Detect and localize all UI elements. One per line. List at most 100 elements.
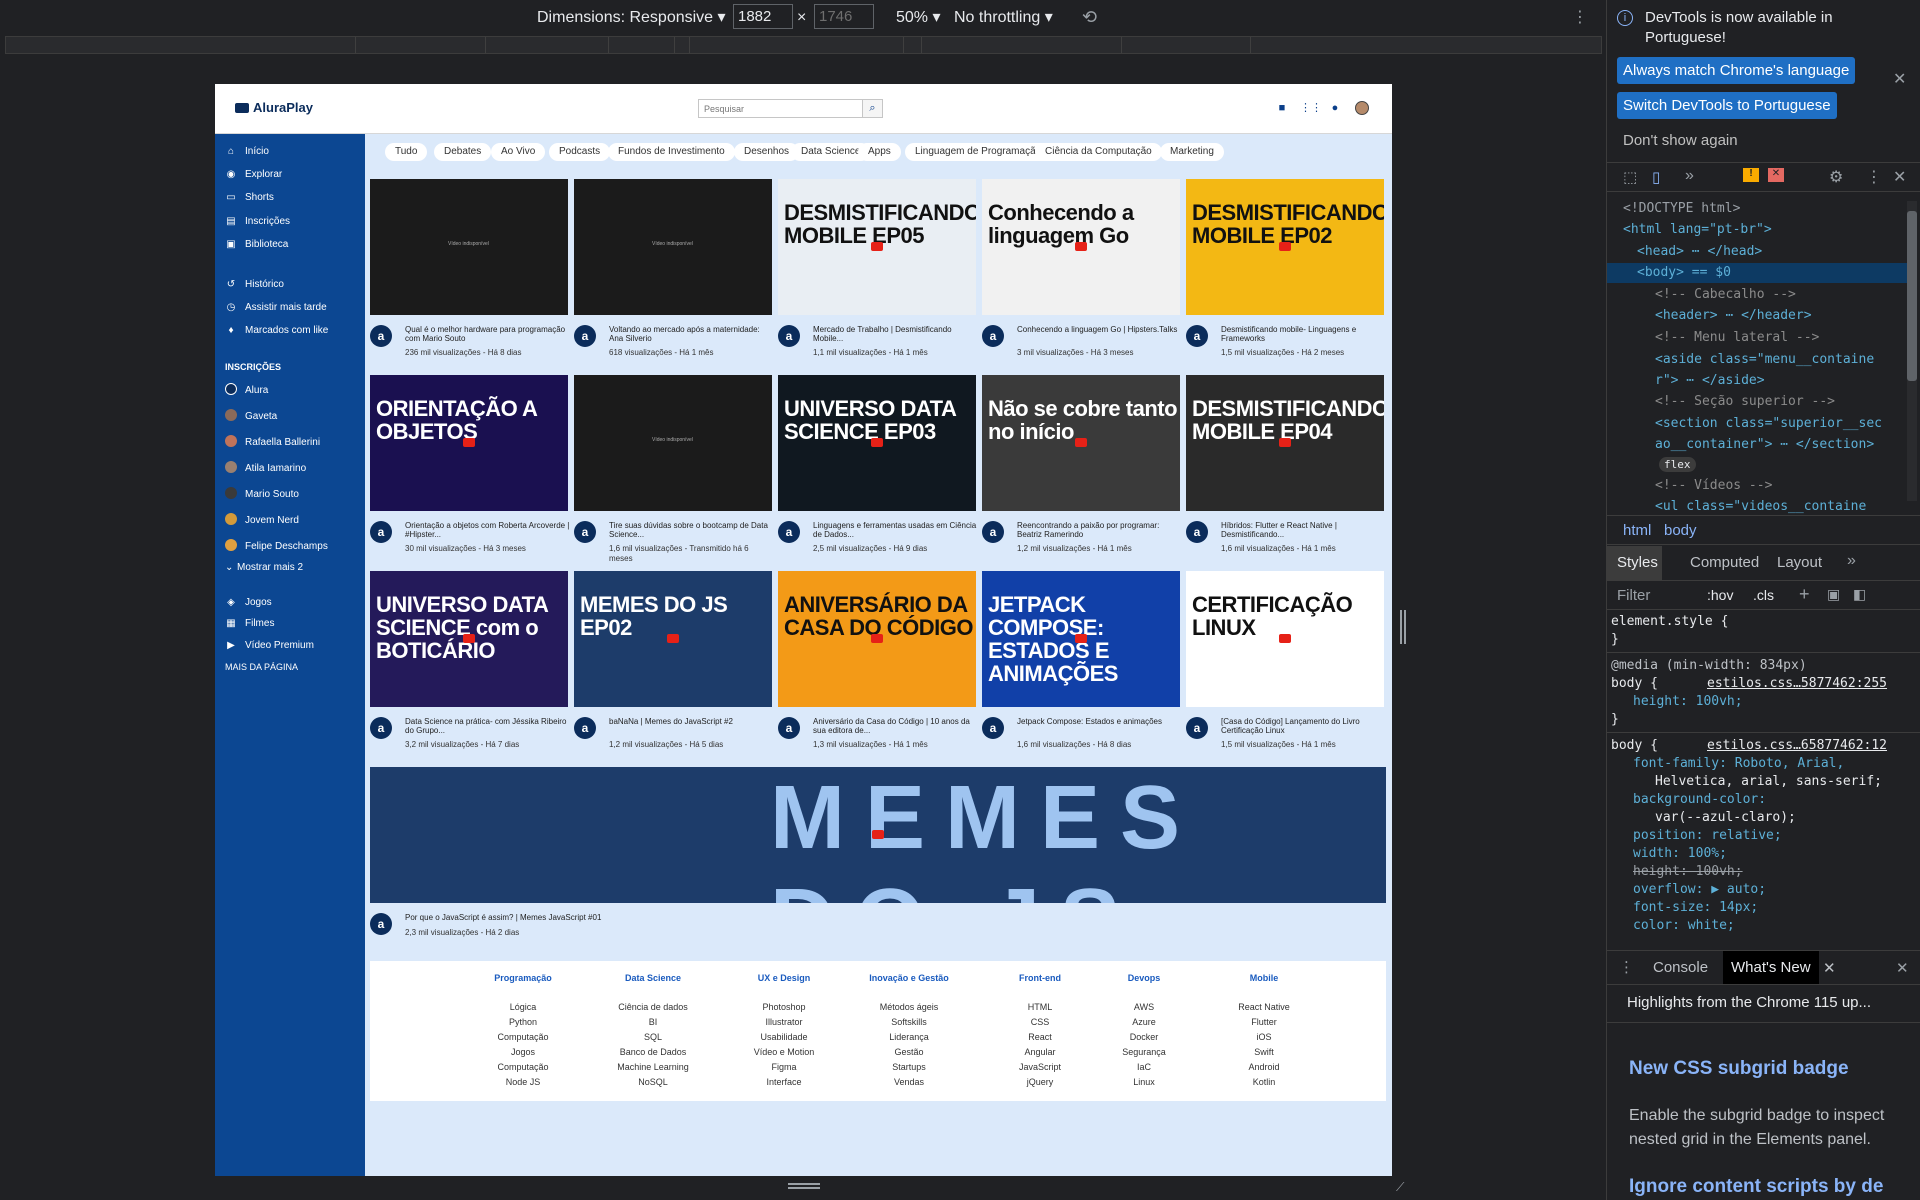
footer-heading[interactable]: Programação [468,973,578,983]
resize-handle-right[interactable] [1400,610,1406,644]
video-title[interactable]: Desmistificando mobile- Linguagens e Fra… [1221,325,1386,343]
resize-handle-bottom[interactable] [788,1183,820,1189]
footer-link[interactable]: Angular [985,1045,1095,1060]
sidebar-item-inscricoes[interactable]: ▤ Inscrições [225,216,290,227]
video-card[interactable]: DESMISTIFICANDO MOBILE EP05 a Mercado de T… [778,179,976,369]
more-options-icon[interactable]: ⋮ [1866,167,1882,187]
video-card[interactable]: ANIVERSÁRIO DA CASA DO CÓDIGO a Aniversári… [778,571,976,761]
video-card[interactable]: Vídeo indisponível a Qual é o melhor hardw… [370,179,568,369]
rule-selector[interactable]: body { [1611,738,1658,753]
video-thumbnail[interactable]: DESMISTIFICANDO MOBILE EP05 [778,179,976,315]
upload-video-icon[interactable]: ■ [1275,101,1289,115]
elements-tree[interactable]: <!DOCTYPE html> <html lang="pt-br"> <hea… [1607,193,1920,514]
style-prop[interactable]: overflow: ▶ auto; [1633,882,1766,897]
tree-ul[interactable]: <ul class="videos__containe [1655,499,1866,514]
width-input[interactable]: 1882 [733,4,793,29]
footer-link[interactable]: Lógica [468,1000,578,1015]
avatar[interactable]: a [982,521,1004,543]
sidebar-item-video-premium[interactable]: ▶ Vídeo Premium [225,640,314,651]
inspect-icon[interactable]: ⬚ [1623,168,1637,186]
video-card[interactable]: Vídeo indisponível a Tire suas dúvidas sob… [574,375,772,565]
video-title[interactable]: Reencontrando a paixão por programar: Be… [1017,521,1182,539]
style-prop[interactable]: width: 100%; [1633,846,1727,861]
footer-link[interactable]: Figma [729,1060,839,1075]
style-prop[interactable]: font-size: 14px; [1633,900,1758,915]
video-card[interactable]: UNIVERSO DATA SCIENCE EP03 a Linguagens e … [778,375,976,565]
element-style[interactable]: element.style { [1611,614,1728,629]
whats-new-heading[interactable]: New CSS subgrid badge [1629,1058,1849,1080]
sidebar-item-explorar[interactable]: ◉ Explorar [225,169,283,180]
show-more-button[interactable]: ⌄ Mostrar mais 2 [225,562,303,573]
footer-link[interactable]: Python [468,1015,578,1030]
avatar[interactable]: a [574,521,596,543]
chip-0[interactable]: Tudo [385,143,428,161]
more-options-icon[interactable]: ⋮ [1572,7,1588,27]
video-title[interactable]: Linguagens e ferramentas usadas em Ciênc… [813,521,978,539]
video-card[interactable]: Conhecendo a linguagem Go a Conhecendo a l… [982,179,1180,369]
avatar[interactable]: a [778,521,800,543]
footer-link[interactable]: iOS [1209,1030,1319,1045]
avatar[interactable]: a [982,325,1004,347]
avatar[interactable]: a [1186,717,1208,739]
footer-link[interactable]: JavaScript [985,1060,1095,1075]
sidebar-item-historico[interactable]: ↺ Histórico [225,279,284,290]
close-tab-icon[interactable]: ✕ [1823,959,1836,977]
more-tabs-icon[interactable]: » [1685,167,1694,185]
tab-layout[interactable]: Layout [1777,554,1822,571]
bell-icon[interactable]: ● [1328,101,1342,115]
video-title[interactable]: Aniversário da Casa do Código | 10 anos … [813,717,978,735]
footer-link[interactable]: AWS [1089,1000,1199,1015]
video-thumbnail[interactable]: DESMISTIFICANDO MOBILE EP04 [1186,375,1384,511]
warning-icon[interactable]: ! [1743,168,1759,182]
video-title[interactable]: Data Science na prática- com Jéssika Rib… [405,717,570,735]
avatar[interactable]: a [778,325,800,347]
video-card[interactable]: JETPACK COMPOSE: ESTADOS E ANIMAÇÕES a Jet… [982,571,1180,761]
video-thumbnail[interactable]: UNIVERSO DATA SCIENCE com o BOTICÁRIO [370,571,568,707]
footer-heading[interactable]: Devops [1089,973,1199,983]
footer-link[interactable]: CSS [985,1015,1095,1030]
sidebar-sub-atila[interactable]: Atila Iamarino [225,461,306,474]
sidebar-item-inicio[interactable]: ⌂ Início [225,146,269,157]
video-title[interactable]: [Casa do Código] Lançamento do Livro Cer… [1221,717,1386,735]
video-title[interactable]: Jetpack Compose: Estados e animações [1017,717,1182,726]
sidebar-sub-felipe[interactable]: Felipe Deschamps [225,539,328,552]
style-prop[interactable]: position: relative; [1633,828,1782,843]
video-thumbnail[interactable]: ORIENTAÇÃO A OBJETOS [370,375,568,511]
footer-link[interactable]: Startups [854,1060,964,1075]
chip-9[interactable]: Ciência da Computação [1035,143,1162,161]
footer-link[interactable]: NoSQL [598,1075,708,1090]
rule-selector[interactable]: body { [1611,676,1658,691]
tab-console[interactable]: Console [1653,959,1708,976]
video-thumbnail[interactable]: DESMISTIFICANDO MOBILE EP02 [1186,179,1384,315]
sidebar-item-shorts[interactable]: ▭ Shorts [225,192,274,203]
footer-link[interactable]: Node JS [468,1075,578,1090]
footer-link[interactable]: Liderança [854,1030,964,1045]
style-prop[interactable]: height: 100vh; [1633,694,1743,709]
video-thumbnail[interactable]: Conhecendo a linguagem Go [982,179,1180,315]
footer-heading[interactable]: UX e Design [729,973,839,983]
search-input[interactable]: Pesquisar [698,99,863,118]
tree-header[interactable]: <header> ⋯ </header> [1655,308,1812,323]
video-card[interactable]: DESMISTIFICANDO MOBILE EP04 a Híbridos: Fl… [1186,375,1384,565]
tree-doctype[interactable]: <!DOCTYPE html> [1623,201,1740,216]
hov-button[interactable]: :hov [1707,587,1733,603]
video-title[interactable]: Mercado de Trabalho | Desmistificando Mo… [813,325,978,343]
footer-link[interactable]: SQL [598,1030,708,1045]
avatar[interactable]: a [574,325,596,347]
add-rule-icon[interactable]: + [1799,584,1810,605]
video-thumbnail[interactable]: Não se cobre tanto no início [982,375,1180,511]
scrollbar[interactable] [1907,201,1917,501]
footer-link[interactable]: Kotlin [1209,1075,1319,1090]
video-title[interactable]: baNaNa | Memes do JavaScript #2 [609,717,774,726]
footer-heading[interactable]: Inovação e Gestão [854,973,964,983]
match-language-button[interactable]: Always match Chrome's language [1617,57,1856,84]
cls-button[interactable]: .cls [1753,587,1774,603]
close-drawer-icon[interactable]: ✕ [1896,959,1909,977]
chip-2[interactable]: Ao Vivo [491,143,546,161]
error-icon[interactable]: ✕ [1768,168,1784,182]
whats-new-heading[interactable]: Ignore content scripts by de [1629,1176,1883,1198]
footer-link[interactable]: Vendas [854,1075,964,1090]
sidebar-item-assistir-mais-tarde[interactable]: ◷ Assistir mais tarde [225,302,327,313]
wide-video-thumbnail[interactable]: MEMES DO JS [370,767,1386,903]
sidebar-item-jogos[interactable]: ◈ Jogos [225,597,272,608]
